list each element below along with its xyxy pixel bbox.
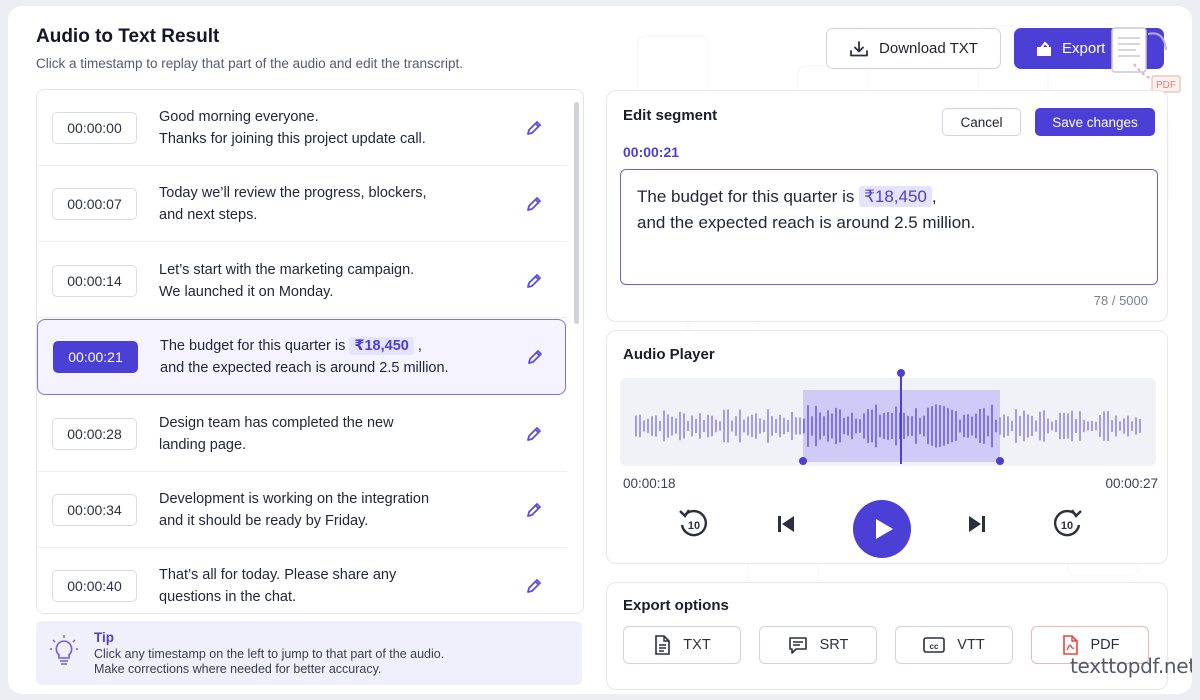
selection-end-handle[interactable] bbox=[996, 457, 1004, 465]
edit-segment-title: Edit segment bbox=[623, 107, 718, 124]
subtitle-chat-icon bbox=[788, 637, 807, 654]
play-icon bbox=[876, 519, 893, 539]
segment-text: Let’s start with the marketing campaign.… bbox=[159, 262, 415, 300]
export-label: Export bbox=[1062, 40, 1106, 57]
character-counter: 78 / 5000 bbox=[1093, 293, 1148, 308]
timestamp-button[interactable]: 00:00:40 bbox=[52, 570, 137, 602]
tip-line: Make corrections where needed for better… bbox=[94, 662, 382, 676]
page-title: Audio to Text Result bbox=[36, 26, 220, 47]
selection-end-time: 00:00:27 bbox=[1105, 476, 1158, 491]
rewind-10-icon[interactable]: 10 bbox=[676, 506, 710, 540]
export-txt-label: TXT bbox=[683, 637, 711, 653]
tip-box: Tip Click any timestamp on the left to j… bbox=[36, 621, 582, 685]
export-pdf-label: PDF bbox=[1090, 637, 1120, 653]
transcript-segment-active[interactable]: 00:00:21 The budget for this quarter is … bbox=[37, 319, 566, 395]
transcript-segment[interactable]: 00:00:40 That’s all for today. Please sh… bbox=[37, 548, 567, 613]
forward-10-icon[interactable]: 10 bbox=[1051, 506, 1085, 540]
transcript-segment[interactable]: 00:00:14 Let’s start with the marketing … bbox=[37, 242, 567, 318]
audio-waveform[interactable] bbox=[620, 368, 1156, 470]
selection-start-time: 00:00:18 bbox=[623, 476, 676, 491]
pdf-document-icon: PDF bbox=[1111, 27, 1181, 93]
pdf-icon bbox=[1062, 635, 1078, 655]
segment-text: Today we’ll review the progress, blocker… bbox=[159, 185, 427, 223]
pencil-icon[interactable] bbox=[525, 577, 543, 595]
scrollbar-thumb[interactable] bbox=[574, 102, 579, 324]
timestamp-button[interactable]: 00:00:28 bbox=[52, 418, 137, 450]
segment-text: The budget for this quarter is ₹18,450 ,… bbox=[160, 337, 449, 376]
timestamp-button[interactable]: 00:00:00 bbox=[52, 112, 137, 144]
download-txt-button[interactable]: Download TXT bbox=[826, 28, 1001, 69]
transcript-segment[interactable]: 00:00:28 Design team has completed the n… bbox=[37, 396, 567, 472]
transcript-list: 00:00:00 Good morning everyone. Thanks fo… bbox=[36, 89, 584, 614]
export-icon bbox=[1037, 41, 1051, 56]
tip-line: Click any timestamp on the left to jump … bbox=[94, 647, 445, 661]
segment-text: Good morning everyone. Thanks for joining… bbox=[159, 109, 426, 147]
svg-text:10: 10 bbox=[688, 520, 700, 532]
pencil-icon[interactable] bbox=[525, 119, 543, 137]
transcript-segment[interactable]: 00:00:00 Good morning everyone. Thanks fo… bbox=[37, 90, 567, 166]
playhead-handle[interactable] bbox=[897, 369, 905, 377]
segment-text: That’s all for today. Please share any qu… bbox=[159, 567, 397, 605]
export-vtt-button[interactable]: cc VTT bbox=[895, 626, 1013, 664]
export-txt-button[interactable]: TXT bbox=[623, 626, 741, 664]
play-button[interactable] bbox=[853, 500, 911, 558]
pencil-icon[interactable] bbox=[525, 501, 543, 519]
watermark-text: texttopdf.net bbox=[1070, 654, 1192, 678]
segment-text-editor[interactable]: The budget for this quarter is ₹18,450, … bbox=[620, 169, 1158, 285]
pencil-icon[interactable] bbox=[525, 272, 543, 290]
pencil-icon[interactable] bbox=[525, 425, 543, 443]
save-changes-button[interactable]: Save changes bbox=[1035, 108, 1155, 136]
timestamp-button[interactable]: 00:00:14 bbox=[52, 265, 137, 297]
download-txt-label: Download TXT bbox=[879, 40, 978, 57]
skip-previous-icon[interactable] bbox=[775, 513, 797, 535]
highlighted-amount: ₹18,450 bbox=[859, 186, 932, 207]
export-srt-button[interactable]: SRT bbox=[759, 626, 877, 664]
export-vtt-label: VTT bbox=[957, 637, 985, 653]
svg-text:10: 10 bbox=[1061, 520, 1073, 532]
app-window: Audio to Text Result Click a timestamp t… bbox=[8, 6, 1192, 694]
segment-text: Design team has completed the new landing… bbox=[159, 415, 394, 453]
timestamp-button[interactable]: 00:00:34 bbox=[52, 494, 137, 526]
edit-timestamp: 00:00:21 bbox=[623, 144, 680, 160]
pencil-icon[interactable] bbox=[526, 348, 544, 366]
export-srt-label: SRT bbox=[819, 637, 849, 653]
pencil-icon[interactable] bbox=[525, 195, 543, 213]
tip-title: Tip bbox=[94, 630, 114, 645]
transcript-segment[interactable]: 00:00:34 Development is working on the i… bbox=[37, 472, 567, 548]
svg-text:cc: cc bbox=[930, 642, 939, 651]
highlighted-amount: ₹18,450 bbox=[349, 337, 414, 355]
closed-caption-icon: cc bbox=[923, 637, 946, 653]
lightbulb-icon bbox=[50, 635, 78, 665]
selection-start-handle[interactable] bbox=[799, 457, 807, 465]
skip-next-icon[interactable] bbox=[966, 513, 988, 535]
document-icon bbox=[655, 635, 671, 655]
timestamp-button[interactable]: 00:00:07 bbox=[52, 188, 137, 220]
export-options-title: Export options bbox=[623, 597, 729, 614]
transcript-segment[interactable]: 00:00:07 Today we’ll review the progress… bbox=[37, 166, 567, 242]
segment-text: Development is working on the integratio… bbox=[159, 491, 430, 529]
audio-player-title: Audio Player bbox=[623, 346, 715, 363]
download-icon bbox=[850, 40, 868, 56]
timestamp-button[interactable]: 00:00:21 bbox=[53, 341, 138, 373]
page-subtitle: Click a timestamp to replay that part of… bbox=[36, 56, 463, 71]
cancel-button[interactable]: Cancel bbox=[942, 108, 1021, 136]
